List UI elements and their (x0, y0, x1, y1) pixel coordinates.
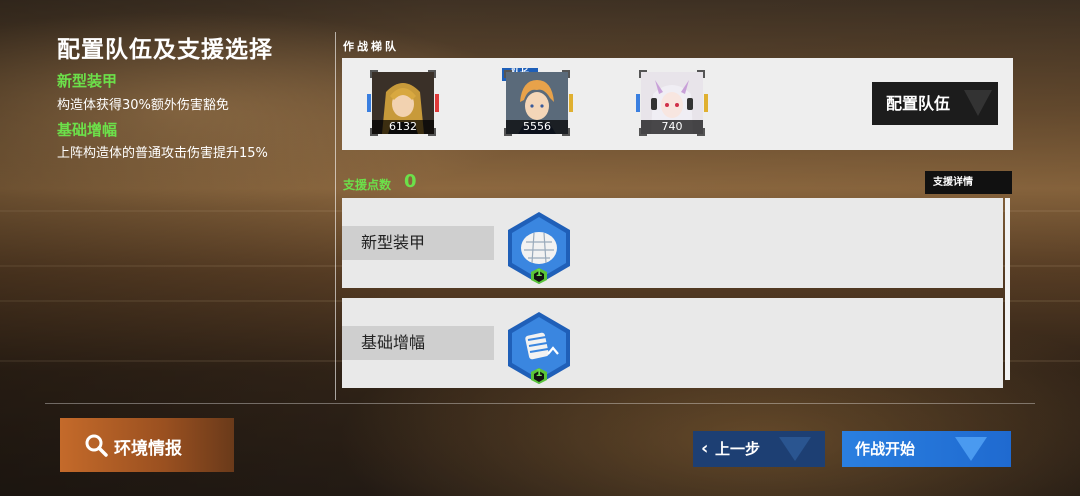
previous-step-label: 上一步 (715, 440, 761, 458)
buff-name-boost: 基础增幅 (57, 121, 118, 139)
button-deco-icon (964, 90, 992, 116)
member-side-mark (367, 94, 371, 112)
support-row[interactable]: 新型装甲 1 (342, 198, 1003, 288)
support-level: 1 (535, 368, 543, 379)
config-team-label: 配置队伍 (886, 94, 951, 113)
button-deco-icon (955, 437, 987, 461)
search-icon (85, 434, 108, 457)
member-side-mark (704, 94, 708, 112)
previous-step-button[interactable]: ‹ 上一步 (693, 431, 825, 467)
buff-desc-boost: 上阵构造体的普通攻击伤害提升15% (57, 146, 268, 161)
member-power: 5556 (506, 120, 568, 134)
support-scrollbar[interactable] (1005, 198, 1010, 380)
support-row-label: 基础增幅 (342, 326, 494, 360)
support-detail-button[interactable]: 支援详情 (925, 171, 1012, 194)
member-side-mark (636, 94, 640, 112)
button-deco-icon (779, 437, 811, 461)
buff-name-armor: 新型装甲 (57, 72, 118, 90)
environment-intel-button[interactable]: 环境情报 (60, 418, 234, 472)
environment-intel-label: 环境情报 (114, 439, 182, 459)
vertical-divider (335, 32, 336, 400)
team-section-label: 作战梯队 (343, 40, 399, 53)
page-title: 配置队伍及支援选择 (57, 37, 273, 63)
member-power: 6132 (372, 120, 434, 134)
support-row-label: 新型装甲 (342, 226, 494, 260)
member-side-mark (435, 94, 439, 112)
team-member-1[interactable]: 6132 (367, 70, 439, 136)
config-team-button[interactable]: 配置队伍 (872, 82, 998, 125)
team-member-3[interactable]: 740 (636, 70, 708, 136)
member-power: 740 (641, 120, 703, 134)
horizontal-divider (45, 403, 1035, 404)
chevron-left-icon: ‹ (701, 438, 709, 459)
member-side-mark (569, 94, 573, 112)
support-points-value: 0 (404, 171, 417, 192)
support-points-label: 支援点数 (343, 178, 392, 192)
start-battle-button[interactable]: 作战开始 (842, 431, 1011, 467)
buff-desc-armor: 构造体获得30%额外伤害豁免 (57, 98, 229, 113)
team-member-2[interactable]: 5556 (504, 70, 573, 136)
support-row[interactable]: 基础增幅 1 (342, 298, 1003, 388)
start-battle-label: 作战开始 (855, 440, 916, 458)
support-level: 1 (535, 268, 543, 279)
